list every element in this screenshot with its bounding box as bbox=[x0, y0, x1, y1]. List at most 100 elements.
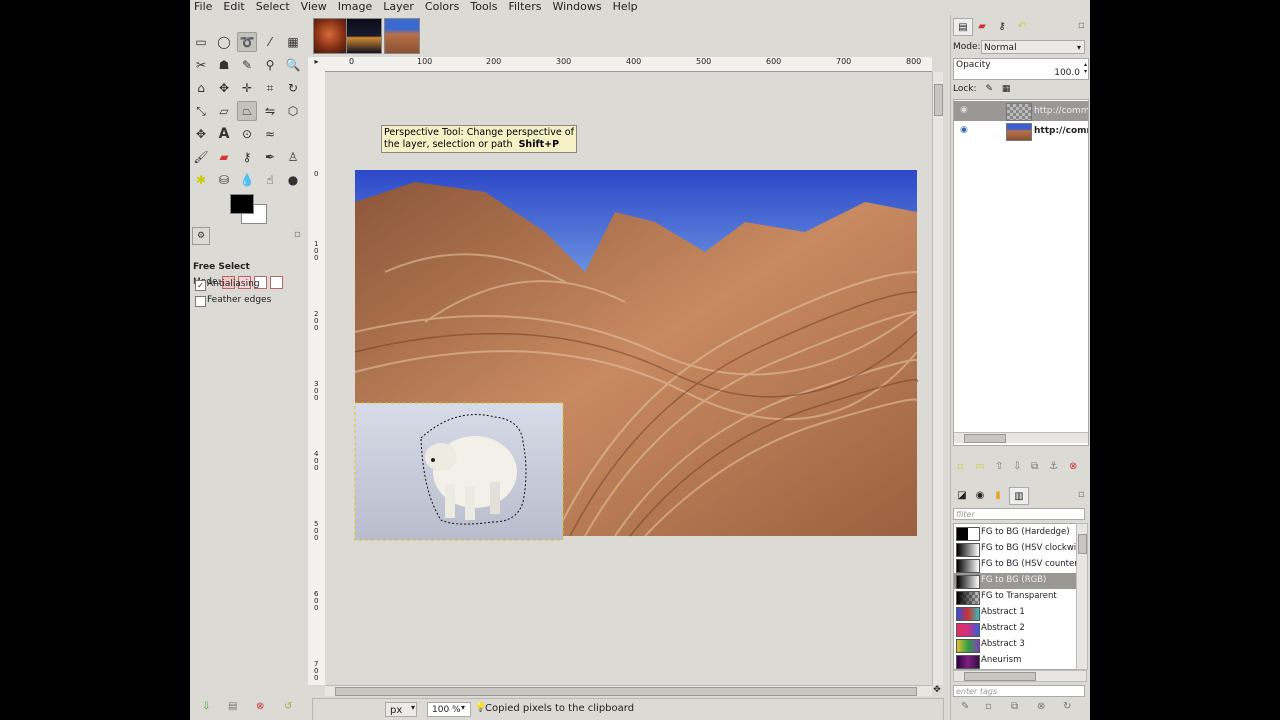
menu-tools[interactable]: Tools bbox=[466, 0, 501, 15]
blur-icon[interactable]: 💧 bbox=[238, 171, 256, 189]
rotate-icon[interactable]: ↻ bbox=[284, 79, 302, 97]
crop-icon[interactable]: ⌗ bbox=[261, 79, 279, 97]
dock-menu-icon[interactable]: ▫ bbox=[1078, 20, 1085, 31]
opacity-slider[interactable]: Opacity 100.0 ▴ ▾ bbox=[953, 58, 1089, 80]
vscroll-thumb[interactable] bbox=[934, 84, 943, 116]
horizontal-scrollbar[interactable] bbox=[325, 685, 932, 696]
shear-icon[interactable]: ▱ bbox=[215, 102, 233, 120]
gradient-item[interactable]: FG to BG (RGB) bbox=[954, 573, 1076, 589]
menu-edit[interactable]: Edit bbox=[219, 0, 248, 15]
warp-transform-icon[interactable]: ≈ bbox=[261, 125, 279, 143]
paintbrush-icon[interactable]: 🖌 bbox=[192, 148, 210, 166]
layer-row[interactable]: ◉ http://comm bbox=[954, 101, 1088, 121]
channels-tab-icon[interactable]: ▰ bbox=[973, 18, 991, 34]
image-thumbnail-2[interactable] bbox=[346, 18, 382, 54]
fuzzy-select-icon[interactable]: ⁄ bbox=[261, 33, 279, 51]
gradients-vscroll-thumb[interactable] bbox=[1078, 534, 1087, 554]
feather-edges-checkbox[interactable] bbox=[195, 296, 206, 307]
heal-icon[interactable]: ✱ bbox=[192, 171, 210, 189]
handle-transform-icon[interactable]: ⊙ bbox=[238, 125, 256, 143]
ellipse-select-icon[interactable]: ◯ bbox=[215, 33, 233, 51]
gradient-filter-input[interactable]: filter bbox=[953, 508, 1085, 520]
new-layer-group-icon[interactable]: ▭ bbox=[975, 461, 984, 472]
menu-select[interactable]: Select bbox=[252, 0, 294, 15]
foreground-color-swatch[interactable] bbox=[230, 194, 254, 214]
rect-select-icon[interactable]: ▭ bbox=[192, 33, 210, 51]
navigate-icon[interactable]: ✥ bbox=[932, 685, 942, 695]
menu-view[interactable]: View bbox=[297, 0, 331, 15]
menu-image[interactable]: Image bbox=[334, 0, 376, 15]
scissors-icon[interactable]: ✂ bbox=[192, 56, 210, 74]
eraser-icon[interactable]: ▰ bbox=[215, 148, 233, 166]
brushes-tab-icon[interactable]: ◪ bbox=[953, 487, 971, 503]
menu-filters[interactable]: Filters bbox=[504, 0, 545, 15]
edit-gradient-icon[interactable]: ✎ bbox=[961, 701, 969, 712]
free-select-icon[interactable]: ➰ bbox=[237, 32, 257, 52]
layer-row[interactable]: ◉ http://comm bbox=[954, 121, 1088, 141]
refresh-gradients-icon[interactable]: ↻ bbox=[1063, 701, 1071, 712]
color-picker-icon[interactable]: ⚲ bbox=[261, 56, 279, 74]
gradient-item[interactable]: FG to Transparent bbox=[954, 589, 1076, 605]
fonts-tab-icon[interactable]: ▮ bbox=[989, 487, 1007, 503]
align-icon[interactable]: ✛ bbox=[238, 79, 256, 97]
gradient-item[interactable]: FG to BG (HSV clockwis bbox=[954, 541, 1076, 557]
flip-icon[interactable]: ⇋ bbox=[261, 102, 279, 120]
gradient-item[interactable]: Abstract 3 bbox=[954, 637, 1076, 653]
vertical-scrollbar[interactable] bbox=[932, 72, 943, 685]
unit-dropdown-icon[interactable]: ▾ bbox=[411, 703, 415, 712]
reset-options-icon[interactable]: ↺ bbox=[284, 701, 292, 712]
gradient-item[interactable]: Abstract 1 bbox=[954, 605, 1076, 621]
scale-icon[interactable]: ⤡ bbox=[192, 102, 210, 120]
lock-alpha-icon[interactable]: ▦ bbox=[1002, 84, 1011, 94]
duplicate-layer-icon[interactable]: ⧉ bbox=[1031, 461, 1038, 472]
opacity-spin-icon[interactable]: ▴ ▾ bbox=[1084, 61, 1087, 75]
panel-menu-icon[interactable]: ▫ bbox=[294, 229, 301, 240]
image-thumbnail-3[interactable] bbox=[384, 18, 420, 54]
save-options-icon[interactable]: ⇩ bbox=[202, 701, 210, 712]
paths-tab-icon[interactable]: ⚷ bbox=[993, 18, 1011, 34]
horizontal-ruler[interactable]: 0 100 200 300 400 500 600 700 800 bbox=[325, 57, 932, 72]
image-thumbnail-1[interactable] bbox=[313, 18, 349, 54]
new-gradient-icon[interactable]: ▫ bbox=[985, 701, 992, 712]
canvas-image[interactable] bbox=[325, 72, 932, 685]
paths-icon[interactable]: ✎ bbox=[238, 56, 256, 74]
gradient-item[interactable]: Aneurism bbox=[954, 653, 1076, 669]
gradients-hscroll-thumb[interactable] bbox=[964, 672, 1036, 681]
delete-layer-icon[interactable]: ⊗ bbox=[1069, 461, 1077, 472]
gradients-vscrollbar[interactable] bbox=[1076, 523, 1088, 670]
gradients-menu-icon[interactable]: ▫ bbox=[1078, 489, 1085, 500]
visibility-eye-icon[interactable]: ◉ bbox=[960, 125, 968, 135]
layers-hscroll-thumb[interactable] bbox=[964, 434, 1006, 443]
airbrush-icon[interactable]: ⚷ bbox=[238, 148, 256, 166]
tool-options-tab-icon[interactable]: ⚙ bbox=[192, 227, 210, 245]
delete-options-icon[interactable]: ⊗ bbox=[256, 701, 264, 712]
layers-tab-icon[interactable]: ▤ bbox=[953, 18, 973, 36]
restore-options-icon[interactable]: ▤ bbox=[228, 701, 237, 712]
menu-file[interactable]: File bbox=[190, 0, 216, 15]
undo-tab-icon[interactable]: ↶ bbox=[1013, 18, 1031, 34]
ink-icon[interactable]: ✒ bbox=[261, 148, 279, 166]
gradient-item[interactable]: FG to BG (HSV counter bbox=[954, 557, 1076, 573]
cage-transform-icon[interactable]: ⬡ bbox=[284, 102, 302, 120]
ruler-corner[interactable]: ▸ bbox=[308, 57, 326, 72]
menu-windows[interactable]: Windows bbox=[548, 0, 605, 15]
mode-intersect-button[interactable] bbox=[270, 276, 283, 289]
anchor-layer-icon[interactable]: ⚓ bbox=[1049, 461, 1058, 472]
perspective-icon[interactable]: ⏢ bbox=[237, 101, 257, 121]
visibility-eye-icon[interactable]: ◉ bbox=[960, 105, 968, 115]
foreground-select-icon[interactable]: ☗ bbox=[215, 56, 233, 74]
duplicate-gradient-icon[interactable]: ⧉ bbox=[1011, 701, 1018, 712]
antialiasing-checkbox[interactable]: ✓ bbox=[195, 280, 206, 291]
bucket-fill-icon[interactable]: ⛁ bbox=[215, 171, 233, 189]
patterns-tab-icon[interactable]: ◉ bbox=[971, 487, 989, 503]
gradient-item[interactable]: FG to BG (Hardedge) bbox=[954, 525, 1076, 541]
select-by-color-icon[interactable]: ▦ bbox=[284, 33, 302, 51]
move-icon[interactable]: ✥ bbox=[215, 79, 233, 97]
lower-layer-icon[interactable]: ⇩ bbox=[1013, 461, 1021, 472]
menu-colors[interactable]: Colors bbox=[421, 0, 463, 15]
measure-icon[interactable]: ⌂ bbox=[192, 79, 210, 97]
unified-transform-icon[interactable]: ✥ bbox=[192, 125, 210, 143]
gradient-item[interactable]: Abstract 2 bbox=[954, 621, 1076, 637]
vertical-ruler[interactable]: 0 1 0 0 2 0 0 3 0 0 4 0 0 5 0 0 6 0 0 7 … bbox=[308, 71, 326, 685]
zoom-dropdown-icon[interactable]: ▾ bbox=[461, 703, 465, 712]
